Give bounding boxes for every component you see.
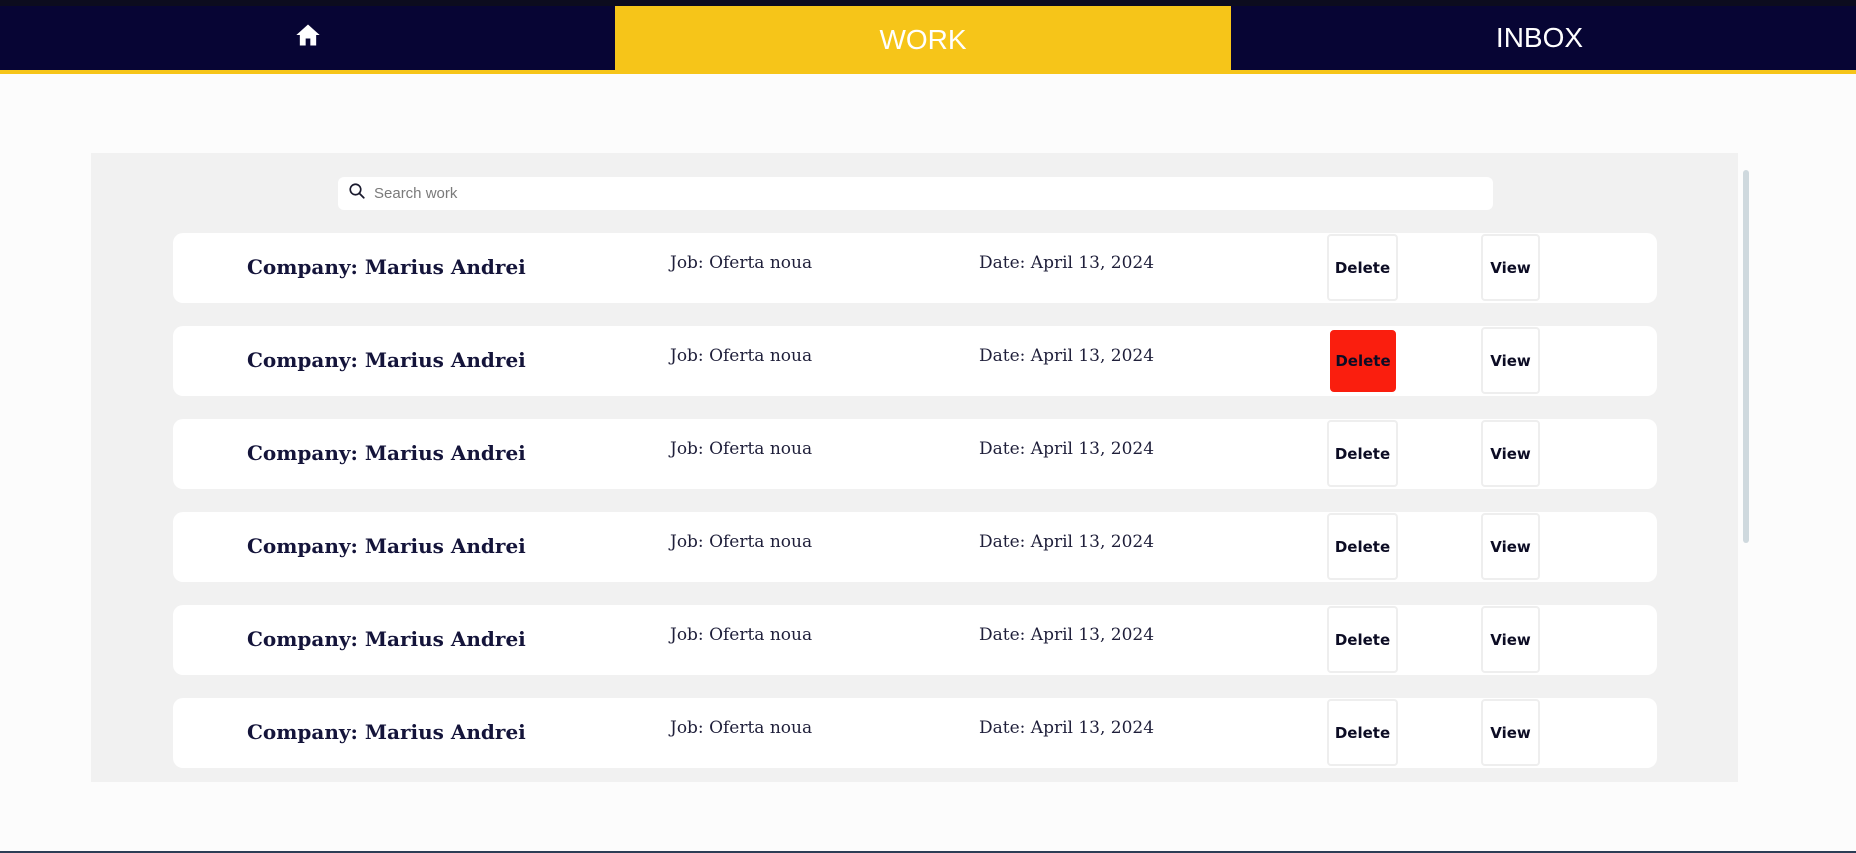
job-title: Job: Oferta noua: [670, 346, 813, 366]
company-name: Company: Marius Andrei: [247, 255, 526, 279]
view-button[interactable]: View: [1481, 420, 1540, 487]
work-item: Company: Marius Andrei Job: Oferta noua …: [173, 512, 1657, 582]
company-name: Company: Marius Andrei: [247, 627, 526, 651]
company-name: Company: Marius Andrei: [247, 720, 526, 744]
tab-work[interactable]: WORK: [615, 6, 1231, 74]
job-title: Job: Oferta noua: [670, 532, 813, 552]
search-input[interactable]: [374, 185, 1474, 202]
company-name: Company: Marius Andrei: [247, 441, 526, 465]
delete-button[interactable]: Delete: [1327, 513, 1398, 580]
job-title: Job: Oferta noua: [670, 718, 813, 738]
work-item: Company: Marius Andrei Job: Oferta noua …: [173, 326, 1657, 396]
top-navbar: WORK INBOX: [0, 6, 1856, 74]
tab-inbox[interactable]: INBOX: [1231, 6, 1848, 70]
work-item: Company: Marius Andrei Job: Oferta noua …: [173, 698, 1657, 768]
job-title: Job: Oferta noua: [670, 625, 813, 645]
work-list: Company: Marius Andrei Job: Oferta noua …: [173, 233, 1657, 782]
search-icon: [348, 182, 374, 205]
search-bar: [338, 177, 1493, 210]
work-item: Company: Marius Andrei Job: Oferta noua …: [173, 233, 1657, 303]
work-panel: Company: Marius Andrei Job: Oferta noua …: [91, 153, 1738, 782]
home-icon: [294, 21, 322, 56]
company-name: Company: Marius Andrei: [247, 348, 526, 372]
delete-button[interactable]: Delete: [1327, 420, 1398, 487]
company-name: Company: Marius Andrei: [247, 534, 526, 558]
view-button[interactable]: View: [1481, 327, 1540, 394]
work-date: Date: April 13, 2024: [979, 346, 1155, 366]
view-button[interactable]: View: [1481, 699, 1540, 766]
delete-button[interactable]: Delete: [1327, 699, 1398, 766]
work-date: Date: April 13, 2024: [979, 439, 1155, 459]
work-date: Date: April 13, 2024: [979, 253, 1155, 273]
delete-button[interactable]: Delete: [1327, 606, 1398, 673]
view-button[interactable]: View: [1481, 234, 1540, 301]
scrollbar-thumb[interactable]: [1743, 170, 1749, 543]
work-date: Date: April 13, 2024: [979, 625, 1155, 645]
job-title: Job: Oferta noua: [670, 439, 813, 459]
work-date: Date: April 13, 2024: [979, 718, 1155, 738]
tab-home[interactable]: [0, 6, 615, 70]
view-button[interactable]: View: [1481, 606, 1540, 673]
work-item: Company: Marius Andrei Job: Oferta noua …: [173, 605, 1657, 675]
delete-button[interactable]: Delete: [1330, 330, 1396, 392]
view-button[interactable]: View: [1481, 513, 1540, 580]
work-date: Date: April 13, 2024: [979, 532, 1155, 552]
work-item: Company: Marius Andrei Job: Oferta noua …: [173, 419, 1657, 489]
delete-button[interactable]: Delete: [1327, 234, 1398, 301]
job-title: Job: Oferta noua: [670, 253, 813, 273]
